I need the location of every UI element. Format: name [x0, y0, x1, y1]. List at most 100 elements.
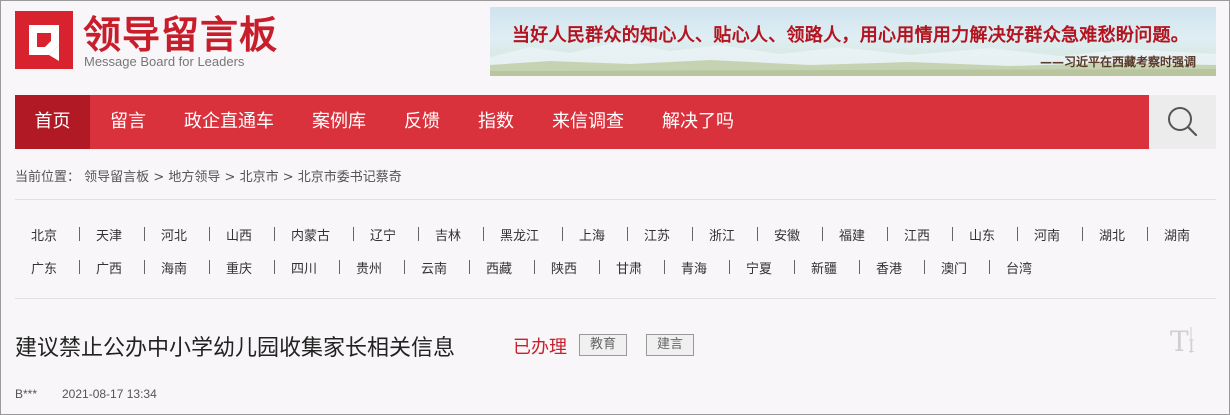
message-title: 建议禁止公办中小学幼儿园收集家长相关信息	[15, 336, 456, 361]
region-link[interactable]: 重庆	[226, 258, 252, 277]
nav-item-survey[interactable]: 来信调查	[552, 95, 624, 149]
region-separator	[664, 260, 665, 274]
region-separator	[757, 227, 758, 241]
region-row: 北京 天津 河北 山西 内蒙古 辽宁 吉林 黑龙江 上海 江苏 浙江 安徽 福建 江西 山东 河南 湖北 湖南	[15, 218, 1216, 251]
region-link[interactable]: 山西	[226, 225, 252, 244]
region-separator	[209, 260, 210, 274]
region-separator	[144, 227, 145, 241]
slogan-banner: 当好人民群众的知心人、贴心人、领路人，用心用情用力解决好群众急难愁盼问题。 ——…	[490, 7, 1216, 76]
region-separator	[339, 260, 340, 274]
breadcrumb-separator: >	[224, 170, 236, 185]
region-link[interactable]: 台湾	[1006, 258, 1032, 277]
nav-item-home[interactable]: 首页	[15, 95, 90, 149]
region-separator	[1147, 227, 1148, 241]
region-link[interactable]: 甘肃	[616, 258, 642, 277]
region-separator	[79, 260, 80, 274]
author-name: B***	[15, 387, 38, 401]
region-link[interactable]: 云南	[421, 258, 447, 277]
region-separator	[274, 260, 275, 274]
search-icon	[1168, 107, 1198, 137]
nav-item-message[interactable]: 留言	[110, 95, 146, 149]
region-link[interactable]: 新疆	[811, 258, 837, 277]
main-nav: 首页 留言 政企直通车 案例库 反馈 指数 来信调查 解决了吗	[15, 95, 1216, 149]
post-date: 2021-08-17 13:34	[62, 387, 157, 401]
region-link[interactable]: 陕西	[551, 258, 577, 277]
region-link[interactable]: 辽宁	[370, 225, 396, 244]
region-separator	[353, 227, 354, 241]
logo-title: 领导留言板	[83, 13, 279, 57]
region-link[interactable]: 西藏	[486, 258, 512, 277]
breadcrumb-prefix: 当前位置：	[15, 170, 81, 185]
region-link[interactable]: 山东	[969, 225, 995, 244]
region-link[interactable]: 河北	[161, 225, 187, 244]
region-link[interactable]: 上海	[579, 225, 605, 244]
region-link[interactable]: 福建	[839, 225, 865, 244]
region-link[interactable]: 广东	[31, 258, 57, 277]
region-separator	[924, 260, 925, 274]
region-link[interactable]: 香港	[876, 258, 902, 277]
region-link[interactable]: 吉林	[435, 225, 461, 244]
region-separator	[599, 260, 600, 274]
banner-source: ——习近平在西藏考察时强调	[1039, 55, 1196, 69]
region-link[interactable]: 青海	[681, 258, 707, 277]
svg-text:T: T	[1170, 325, 1189, 357]
nav-item-resolved[interactable]: 解决了吗	[662, 95, 734, 149]
region-separator	[144, 260, 145, 274]
region-separator	[562, 227, 563, 241]
breadcrumb-item-local-leaders[interactable]: 地方领导	[168, 170, 220, 185]
region-link[interactable]: 内蒙古	[291, 225, 330, 244]
region-separator	[989, 260, 990, 274]
region-separator	[469, 260, 470, 274]
region-link[interactable]: 江苏	[644, 225, 670, 244]
region-link[interactable]: 广西	[96, 258, 122, 277]
breadcrumb: 当前位置： 领导留言板 > 地方领导 > 北京市 > 北京市委书记蔡奇	[15, 166, 402, 185]
site-header: 领导留言板 Message Board for Leaders 当好人民群众的知…	[1, 1, 1229, 93]
region-separator	[534, 260, 535, 274]
divider	[15, 298, 1216, 299]
region-link[interactable]: 浙江	[709, 225, 735, 244]
region-separator	[729, 260, 730, 274]
region-link[interactable]: 贵州	[356, 258, 382, 277]
region-link[interactable]: 北京	[31, 225, 57, 244]
nav-item-index[interactable]: 指数	[478, 95, 514, 149]
region-separator	[627, 227, 628, 241]
region-separator	[794, 260, 795, 274]
breadcrumb-item-current[interactable]: 北京市委书记蔡奇	[298, 170, 402, 185]
region-link[interactable]: 安徽	[774, 225, 800, 244]
region-link[interactable]: 四川	[291, 258, 317, 277]
region-link[interactable]: 湖北	[1099, 225, 1125, 244]
region-link[interactable]: 湖南	[1164, 225, 1190, 244]
region-link[interactable]: 黑龙江	[500, 225, 539, 244]
divider	[15, 199, 1216, 200]
tag-suggestion[interactable]: 建言	[646, 334, 695, 356]
region-link[interactable]: 宁夏	[746, 258, 772, 277]
region-link[interactable]: 天津	[96, 225, 122, 244]
region-separator	[483, 227, 484, 241]
region-separator	[209, 227, 210, 241]
font-size-icon[interactable]: T I	[1169, 323, 1205, 357]
banner-quote: 当好人民群众的知心人、贴心人、领路人，用心用情用力解决好群众急难愁盼问题。	[512, 25, 1190, 46]
site-logo[interactable]: 领导留言板 Message Board for Leaders	[15, 11, 315, 73]
nav-item-cases[interactable]: 案例库	[312, 95, 366, 149]
message-board-logo-icon	[15, 11, 73, 69]
region-separator	[274, 227, 275, 241]
region-separator	[692, 227, 693, 241]
region-link[interactable]: 江西	[904, 225, 930, 244]
breadcrumb-item-beijing[interactable]: 北京市	[240, 170, 279, 185]
region-row: 广东 广西 海南 重庆 四川 贵州 云南 西藏 陕西 甘肃 青海 宁夏 新疆 香港 澳门 台湾	[15, 251, 1216, 284]
tag-education[interactable]: 教育	[579, 334, 628, 356]
breadcrumb-item-board[interactable]: 领导留言板	[84, 170, 149, 185]
region-separator	[952, 227, 953, 241]
region-link[interactable]: 澳门	[941, 258, 967, 277]
page: 领导留言板 Message Board for Leaders 当好人民群众的知…	[0, 0, 1230, 415]
status-badge: 已办理	[513, 337, 567, 358]
region-link[interactable]: 海南	[161, 258, 187, 277]
nav-item-feedback[interactable]: 反馈	[404, 95, 440, 149]
region-selector: 北京 天津 河北 山西 内蒙古 辽宁 吉林 黑龙江 上海 江苏 浙江 安徽 福建 江西 山东 河南 湖北 湖南 广…	[15, 218, 1216, 284]
search-button[interactable]	[1149, 95, 1216, 149]
region-link[interactable]: 河南	[1034, 225, 1060, 244]
region-separator	[1082, 227, 1083, 241]
region-separator	[822, 227, 823, 241]
region-separator	[887, 227, 888, 241]
nav-item-enterprise[interactable]: 政企直通车	[184, 95, 274, 149]
